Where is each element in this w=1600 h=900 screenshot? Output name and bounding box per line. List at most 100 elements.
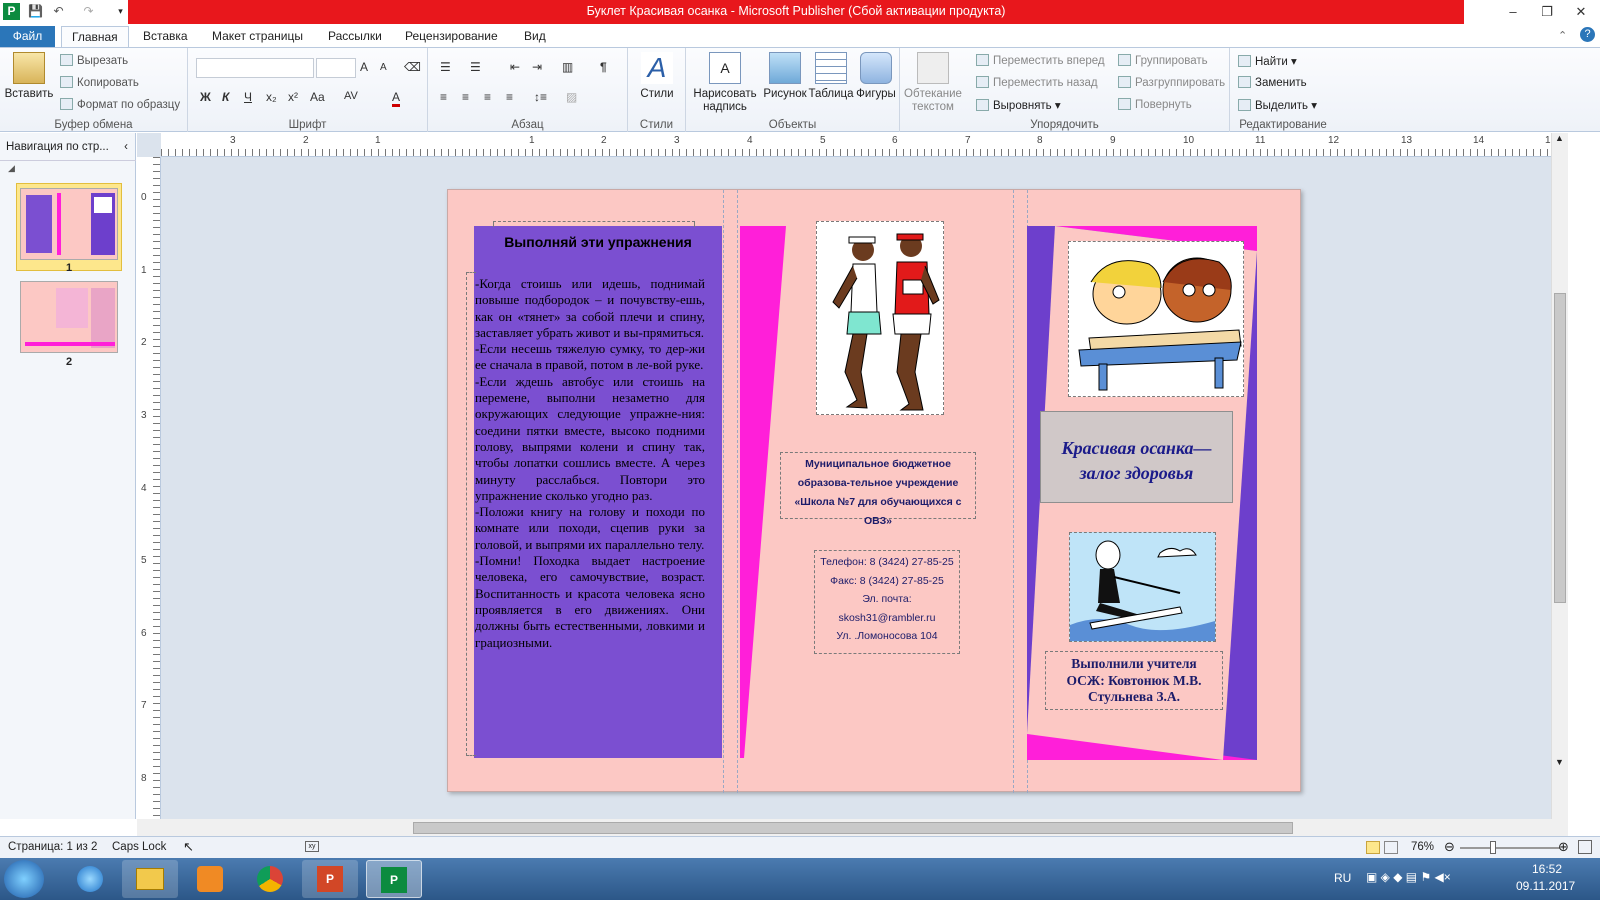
columns-icon[interactable]: ▥ <box>562 60 573 74</box>
water-skier-image[interactable] <box>1069 532 1216 642</box>
horizontal-scroll-thumb[interactable] <box>413 822 1293 834</box>
vertical-scroll-thumb[interactable] <box>1554 293 1566 603</box>
horizontal-ruler[interactable]: 3 2 1 1 2 3 4 5 6 7 8 9 10 11 12 13 14 1… <box>161 133 1556 157</box>
change-case-button[interactable]: Aa <box>310 90 325 104</box>
increase-indent-icon[interactable]: ⇥ <box>532 60 542 74</box>
help-icon[interactable]: ? <box>1580 27 1595 42</box>
cover-title[interactable]: Красивая осанка— залог здоровья <box>1040 436 1233 486</box>
superscript-button[interactable]: x² <box>288 90 298 104</box>
runners-image[interactable] <box>816 221 944 415</box>
decrease-indent-icon[interactable]: ⇤ <box>510 60 520 74</box>
justify-icon[interactable]: ≡ <box>506 90 513 104</box>
shapes-button[interactable]: Фигуры <box>852 52 900 100</box>
font-name-dropdown[interactable] <box>196 58 314 78</box>
minimize-ribbon-icon[interactable]: ⌃ <box>1558 29 1567 42</box>
align-button[interactable]: Выровнять ▾ <box>976 98 1061 112</box>
page-thumb-2[interactable] <box>20 281 118 353</box>
select-button[interactable]: Выделить ▾ <box>1238 98 1317 112</box>
section-collapse-icon[interactable]: ◢ <box>8 163 15 174</box>
scroll-up-icon[interactable]: ▲ <box>1555 133 1564 143</box>
font-color-button[interactable]: A <box>392 90 401 107</box>
zoom-out-icon[interactable]: ⊖ <box>1444 839 1455 855</box>
shrink-font-button[interactable]: A <box>380 62 387 73</box>
start-button[interactable] <box>4 860 44 898</box>
cut-button[interactable]: Вырезать <box>60 54 128 67</box>
replace-button[interactable]: Заменить <box>1238 76 1307 89</box>
tab-home[interactable]: Главная <box>61 26 129 48</box>
single-page-view-icon[interactable] <box>1366 841 1380 854</box>
numbering-icon[interactable]: ☰ <box>470 60 481 74</box>
copy-button[interactable]: Копировать <box>60 76 139 89</box>
rotate-button[interactable]: Повернуть <box>1118 98 1192 111</box>
font-size-dropdown[interactable] <box>316 58 356 78</box>
clock-time[interactable]: 16:52 <box>1532 862 1562 876</box>
tab-file[interactable]: Файл <box>0 26 55 48</box>
tab-view[interactable]: Вид <box>514 26 556 48</box>
zoom-slider-handle[interactable] <box>1490 841 1496 854</box>
tab-page-design[interactable]: Макет страницы <box>202 26 313 48</box>
tab-insert[interactable]: Вставка <box>133 26 198 48</box>
pilcrow-button[interactable]: ¶ <box>600 60 607 74</box>
tab-mailings[interactable]: Рассылки <box>318 26 392 48</box>
tab-review[interactable]: Рецензирование <box>395 26 508 48</box>
undo-icon[interactable]: ↶ <box>50 3 67 20</box>
internet-explorer-icon[interactable] <box>62 860 118 898</box>
paste-button[interactable]: Вставить <box>4 52 54 100</box>
minimize-button[interactable]: – <box>1496 0 1530 24</box>
table-button[interactable]: Таблица <box>806 52 856 100</box>
collapse-pane-icon[interactable]: ‹ <box>124 133 128 161</box>
restore-button[interactable]: ❐ <box>1530 0 1564 24</box>
format-painter-button[interactable]: Формат по образцу <box>60 98 180 111</box>
align-right-icon[interactable]: ≡ <box>484 90 491 104</box>
italic-button[interactable]: К <box>222 90 229 104</box>
close-button[interactable]: ✕ <box>1564 0 1598 24</box>
publisher-taskbar-icon[interactable]: P <box>366 860 422 898</box>
zoom-in-icon[interactable]: ⊕ <box>1558 839 1569 855</box>
clear-formatting-icon[interactable]: ⌫ <box>404 60 421 74</box>
zoom-level[interactable]: 76% <box>1411 841 1434 853</box>
bring-forward-button[interactable]: Переместить вперед <box>976 54 1105 67</box>
exercises-heading[interactable]: Выполняй эти упражнения <box>474 234 722 250</box>
page-indicator[interactable]: Страница: 1 из 2 <box>8 841 97 853</box>
powerpoint-icon[interactable]: P <box>302 860 358 898</box>
subscript-button[interactable]: x₂ <box>266 90 277 104</box>
customize-qat-icon[interactable]: ▾ <box>112 3 129 20</box>
styles-button[interactable]: A Стили <box>632 52 682 100</box>
underline-button[interactable]: Ч <box>244 90 252 104</box>
bold-button[interactable]: Ж <box>200 90 211 104</box>
line-spacing-icon[interactable]: ↕≡ <box>534 90 547 104</box>
two-page-view-icon[interactable] <box>1384 841 1398 854</box>
bullets-icon[interactable]: ☰ <box>440 60 451 74</box>
ungroup-button[interactable]: Разгруппировать <box>1118 76 1225 89</box>
align-left-icon[interactable]: ≡ <box>440 90 447 104</box>
authors-box[interactable]: Выполнили учителя ОСЖ: Ковтонюк М.В. Сту… <box>1045 651 1223 710</box>
contacts-box[interactable]: Телефон: 8 (3424) 27-85-25 Факс: 8 (3424… <box>814 550 960 654</box>
zoom-slider[interactable] <box>1460 847 1560 849</box>
picture-button[interactable]: Рисунок <box>760 52 810 100</box>
draw-text-box-button[interactable]: A Нарисовать надпись <box>690 52 760 114</box>
students-image[interactable] <box>1068 241 1244 397</box>
vertical-scrollbar[interactable]: ▲ ▼ <box>1551 133 1568 819</box>
scroll-down-icon[interactable]: ▼ <box>1555 757 1564 767</box>
clock-date[interactable]: 09.11.2017 <box>1516 879 1575 893</box>
school-name-box[interactable]: Муниципальное бюджетное образова-тельное… <box>780 452 976 527</box>
chrome-icon[interactable] <box>242 860 298 898</box>
tray-icons[interactable]: ▣ ◈ ◆ ▤ ⚑ ◀× <box>1366 870 1451 884</box>
send-backward-button[interactable]: Переместить назад <box>976 76 1098 89</box>
publisher-app-icon[interactable]: P <box>3 3 20 20</box>
file-explorer-icon[interactable] <box>122 860 178 898</box>
find-button[interactable]: Найти ▾ <box>1238 54 1297 68</box>
wrap-text-button[interactable]: Обтекание текстом <box>904 52 962 114</box>
fit-page-icon[interactable] <box>1578 840 1592 854</box>
media-player-icon[interactable] <box>182 860 238 898</box>
horizontal-scrollbar[interactable] <box>137 819 1568 836</box>
grow-font-button[interactable]: A <box>360 60 368 74</box>
page-thumb-1[interactable] <box>20 188 118 260</box>
redo-icon[interactable]: ↷ <box>80 3 97 20</box>
vertical-ruler[interactable]: 0 1 2 3 4 5 6 7 8 <box>137 157 161 819</box>
character-spacing-button[interactable]: AV <box>344 90 358 102</box>
shading-icon[interactable]: ▨ <box>566 90 577 104</box>
align-center-icon[interactable]: ≡ <box>462 90 469 104</box>
group-button[interactable]: Группировать <box>1118 54 1208 67</box>
exercises-text[interactable]: -Когда стоишь или идешь, поднимай повыше… <box>475 276 705 651</box>
